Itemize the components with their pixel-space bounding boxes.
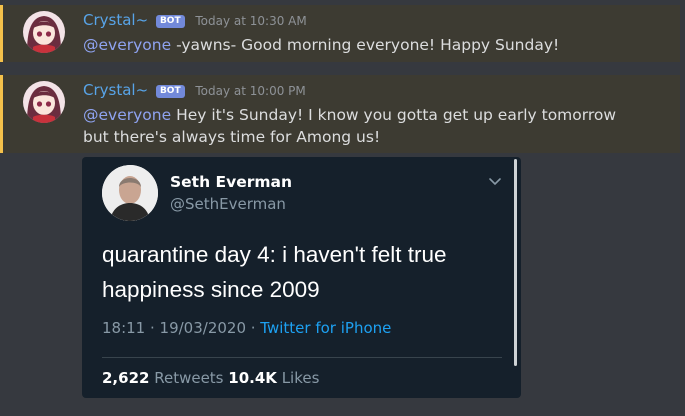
tweet-source: Twitter for iPhone: [260, 319, 392, 337]
tweet-text: quarantine day 4: i haven't felt true ha…: [102, 242, 447, 302]
mention-everyone[interactable]: @everyone: [83, 36, 171, 54]
bot-badge: BOT: [155, 15, 185, 28]
user-avatar[interactable]: [23, 81, 65, 123]
message-text: -yawns- Good morning everyone! Happy Sun…: [171, 36, 560, 54]
tweet-author-handle: @SethEverman: [170, 195, 286, 213]
retweets-label: Retweets: [149, 369, 229, 387]
user-avatar[interactable]: [23, 11, 65, 53]
username[interactable]: Crystal~: [83, 81, 148, 99]
username[interactable]: Crystal~: [83, 11, 148, 29]
likes-label: Likes: [276, 369, 320, 387]
tweet-meta: 18:11 · 19/03/2020 · Twitter for iPhone: [102, 319, 391, 337]
tweet-timestamp: 18:11 · 19/03/2020 ·: [102, 319, 261, 337]
tweet-author-name: Seth Everman: [170, 173, 293, 191]
retweets-count: 2,622: [102, 369, 150, 387]
message-header: Crystal~ BOT Today at 10:30 AM: [83, 11, 307, 30]
message-content: @everyone Hey it's Sunday! I know you go…: [83, 104, 643, 148]
tweet-author-avatar: [102, 165, 158, 221]
message-content: @everyone -yawns- Good morning everyone!…: [83, 34, 643, 56]
mention-everyone[interactable]: @everyone: [83, 106, 171, 124]
message-highlighted: Crystal~ BOT Today at 10:00 PM @everyone…: [0, 75, 680, 153]
timestamp: Today at 10:00 PM: [195, 84, 306, 98]
tweet-embed-image[interactable]: Seth Everman @SethEverman quarantine day…: [82, 157, 521, 398]
chevron-down-icon: [489, 178, 501, 186]
divider: [102, 357, 502, 358]
message-header: Crystal~ BOT Today at 10:00 PM: [83, 81, 306, 100]
message-highlighted: Crystal~ BOT Today at 10:30 AM @everyone…: [0, 5, 680, 62]
tweet-stats: 2,622 Retweets 10.4K Likes: [102, 369, 319, 387]
scrollbar: [514, 159, 517, 366]
timestamp: Today at 10:30 AM: [195, 14, 307, 28]
bot-badge: BOT: [155, 85, 185, 98]
likes-count: 10.4K: [228, 369, 277, 387]
